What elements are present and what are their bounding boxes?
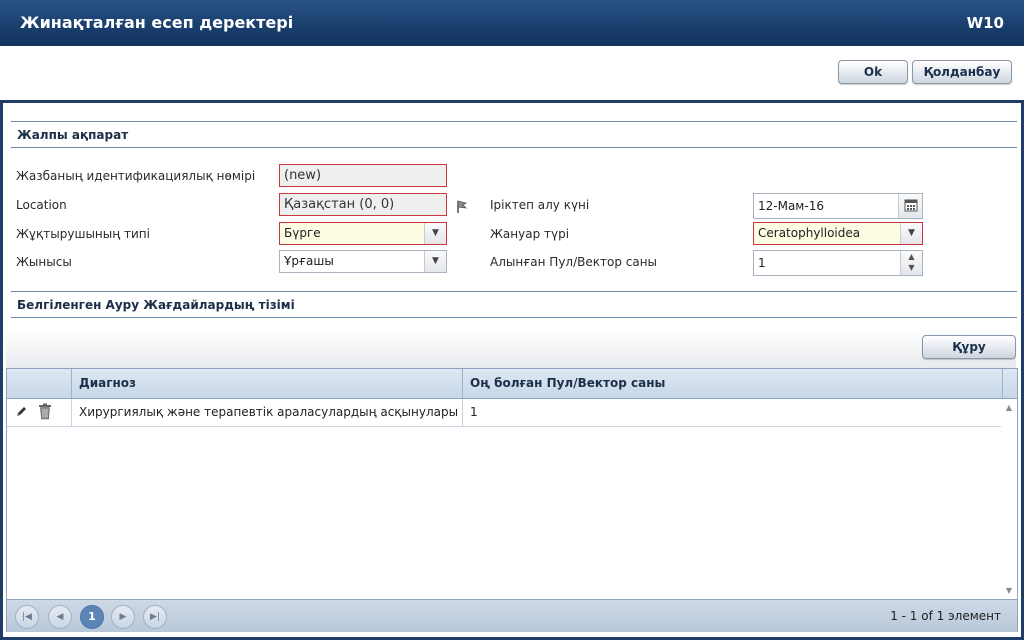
row-diagnosis: Хирургиялық және терапевтік араласуларды… xyxy=(71,399,462,426)
grid-header-spacer xyxy=(1002,369,1017,398)
sex-label: Жынысы xyxy=(16,255,72,269)
page-number-button[interactable]: 1 xyxy=(80,605,104,629)
species-value: Ceratophylloidea xyxy=(758,226,861,240)
grid-toolbar xyxy=(6,330,1016,368)
section-general-title: Жалпы ақпарат xyxy=(17,128,129,142)
pager-info: 1 - 1 of 1 элемент xyxy=(890,609,1001,623)
pool-count-stepper[interactable]: 1 ▲ ▼ xyxy=(753,250,923,276)
chevron-down-icon[interactable]: ▼ xyxy=(900,223,922,244)
window-header: Жинақталған есеп деректері W10 xyxy=(0,0,1024,46)
diagnosis-grid: Диагноз Оң болған Пул/Вектор саны Хирург… xyxy=(6,368,1018,632)
grid-header-diagnosis[interactable]: Диагноз xyxy=(71,369,462,398)
window-title: Жинақталған есеп деректері xyxy=(20,13,294,32)
species-label: Жануар түрі xyxy=(490,227,570,241)
scroll-down-icon[interactable]: ▼ xyxy=(1001,586,1017,595)
stepper-arrows-icon[interactable]: ▲ ▼ xyxy=(900,251,922,275)
row-positive-count: 1 xyxy=(462,399,1001,426)
scroll-up-icon[interactable]: ▲ xyxy=(1001,403,1017,412)
apply-button[interactable]: Қолданбау xyxy=(912,60,1012,84)
last-page-icon[interactable]: ▶| xyxy=(143,605,167,629)
grid-scrollbar[interactable]: ▲ ▼ xyxy=(1001,399,1017,599)
first-page-icon[interactable]: |◀ xyxy=(15,605,39,629)
grid-header-actions xyxy=(7,369,71,398)
sex-value: Ұрғашы xyxy=(284,254,334,268)
section-diseases-title: Белгіленген Ауру Жағдайлардың тізімі xyxy=(17,298,295,312)
chevron-down-icon[interactable]: ▼ xyxy=(424,251,446,272)
chevron-down-icon[interactable]: ▼ xyxy=(424,223,446,244)
create-button[interactable]: Құру xyxy=(922,335,1016,359)
row-actions xyxy=(7,399,71,426)
location-label: Location xyxy=(16,198,67,212)
vector-type-select[interactable]: Бүрге ▼ xyxy=(279,222,447,245)
location-field[interactable]: Қазақстан (0, 0) xyxy=(279,193,447,216)
pool-count-label: Алынған Пул/Вектор саны xyxy=(490,255,658,269)
species-select[interactable]: Ceratophylloidea ▼ xyxy=(753,222,923,245)
ok-button[interactable]: Ok xyxy=(838,60,908,84)
window-code: W10 xyxy=(966,14,1004,32)
grid-header: Диагноз Оң болған Пул/Вектор саны xyxy=(7,369,1017,399)
collection-date-value: 12-Мам-16 xyxy=(758,199,824,213)
location-pin-icon[interactable] xyxy=(455,199,469,215)
collection-date-label: Іріктеп алу күні xyxy=(490,198,590,212)
next-page-icon[interactable]: ▶ xyxy=(111,605,135,629)
edit-pencil-icon[interactable] xyxy=(15,405,28,418)
table-row[interactable]: Хирургиялық және терапевтік араласуларды… xyxy=(7,399,1001,427)
divider xyxy=(11,121,1017,122)
divider xyxy=(11,291,1017,292)
vector-type-label: Жұқтырушының типі xyxy=(16,227,150,241)
vector-type-value: Бүрге xyxy=(284,226,321,240)
collection-date-field[interactable]: 12-Мам-16 xyxy=(753,193,923,219)
prev-page-icon[interactable]: ◀ xyxy=(48,605,72,629)
divider xyxy=(11,147,1017,148)
pool-count-value: 1 xyxy=(758,256,766,270)
record-id-field[interactable]: (new) xyxy=(279,164,447,187)
grid-pager: |◀ ◀ 1 ▶ ▶| 1 - 1 of 1 элемент xyxy=(7,599,1017,632)
calendar-icon[interactable] xyxy=(898,194,922,218)
grid-header-positive[interactable]: Оң болған Пул/Вектор саны xyxy=(462,369,1002,398)
trash-icon[interactable] xyxy=(38,403,52,420)
divider xyxy=(11,317,1017,318)
record-id-label: Жазбаның идентификациялық нөмірі xyxy=(16,169,256,183)
sex-select[interactable]: Ұрғашы ▼ xyxy=(279,250,447,273)
